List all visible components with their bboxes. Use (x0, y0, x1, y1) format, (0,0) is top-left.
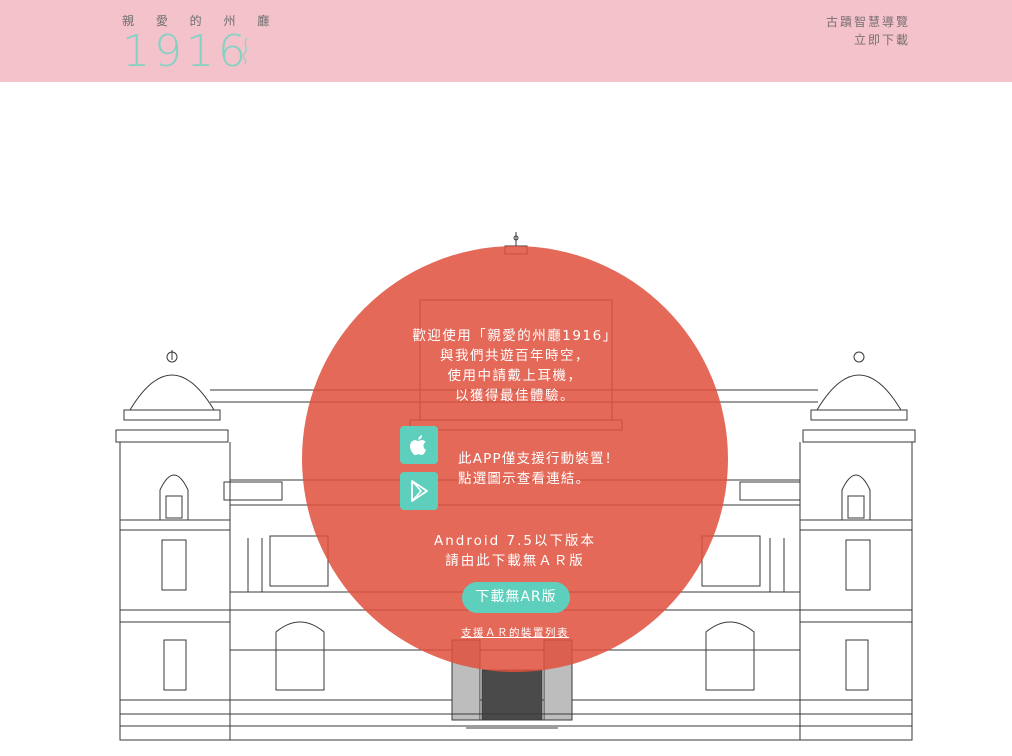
google-play-button[interactable] (400, 472, 438, 510)
download-line1: 古蹟智慧導覽 (825, 15, 910, 29)
ar-devices-link[interactable]: 支援ＡＲ的裝置列表 (302, 625, 728, 640)
site-logo[interactable]: 親 愛 的 州 廳 1916 (122, 12, 269, 74)
welcome-line: 以獲得最佳體驗。 (455, 388, 575, 404)
welcome-line: 使用中請戴上耳機， (447, 368, 583, 384)
android-line: 請由此下載無ＡＲ版 (445, 553, 585, 569)
download-line2: 立即下載 (853, 33, 910, 47)
top-header: 親 愛 的 州 廳 1916 古蹟智慧導覽 立即下載 (0, 0, 1012, 82)
notice-line: 點選圖示查看連結。 (458, 471, 591, 487)
welcome-line: 與我們共遊百年時空， (440, 348, 590, 364)
android-line: Android 7.5以下版本 (434, 533, 596, 549)
google-play-icon (411, 480, 428, 502)
apple-logo-icon (410, 435, 426, 455)
welcome-line: 歡迎使用「親愛的州廳1916」 (412, 328, 618, 344)
download-no-ar-button[interactable]: 下載無AR版 (462, 582, 570, 613)
welcome-message: 歡迎使用「親愛的州廳1916」 與我們共遊百年時空， 使用中請戴上耳機， 以獲得… (302, 326, 728, 406)
wave-icon (240, 36, 252, 72)
app-download-link[interactable]: 古蹟智慧導覽 立即下載 (826, 13, 910, 49)
logo-year: 1916 (122, 26, 250, 77)
notice-line: 此APP僅支援行動裝置！ (458, 451, 620, 467)
welcome-popup-circle: 歡迎使用「親愛的州廳1916」 與我們共遊百年時空， 使用中請戴上耳機， 以獲得… (302, 246, 728, 672)
mobile-only-notice: 此APP僅支援行動裝置！ 點選圖示查看連結。 (458, 449, 619, 489)
android-version-note: Android 7.5以下版本 請由此下載無ＡＲ版 (302, 531, 728, 571)
app-store-button[interactable] (400, 426, 438, 464)
